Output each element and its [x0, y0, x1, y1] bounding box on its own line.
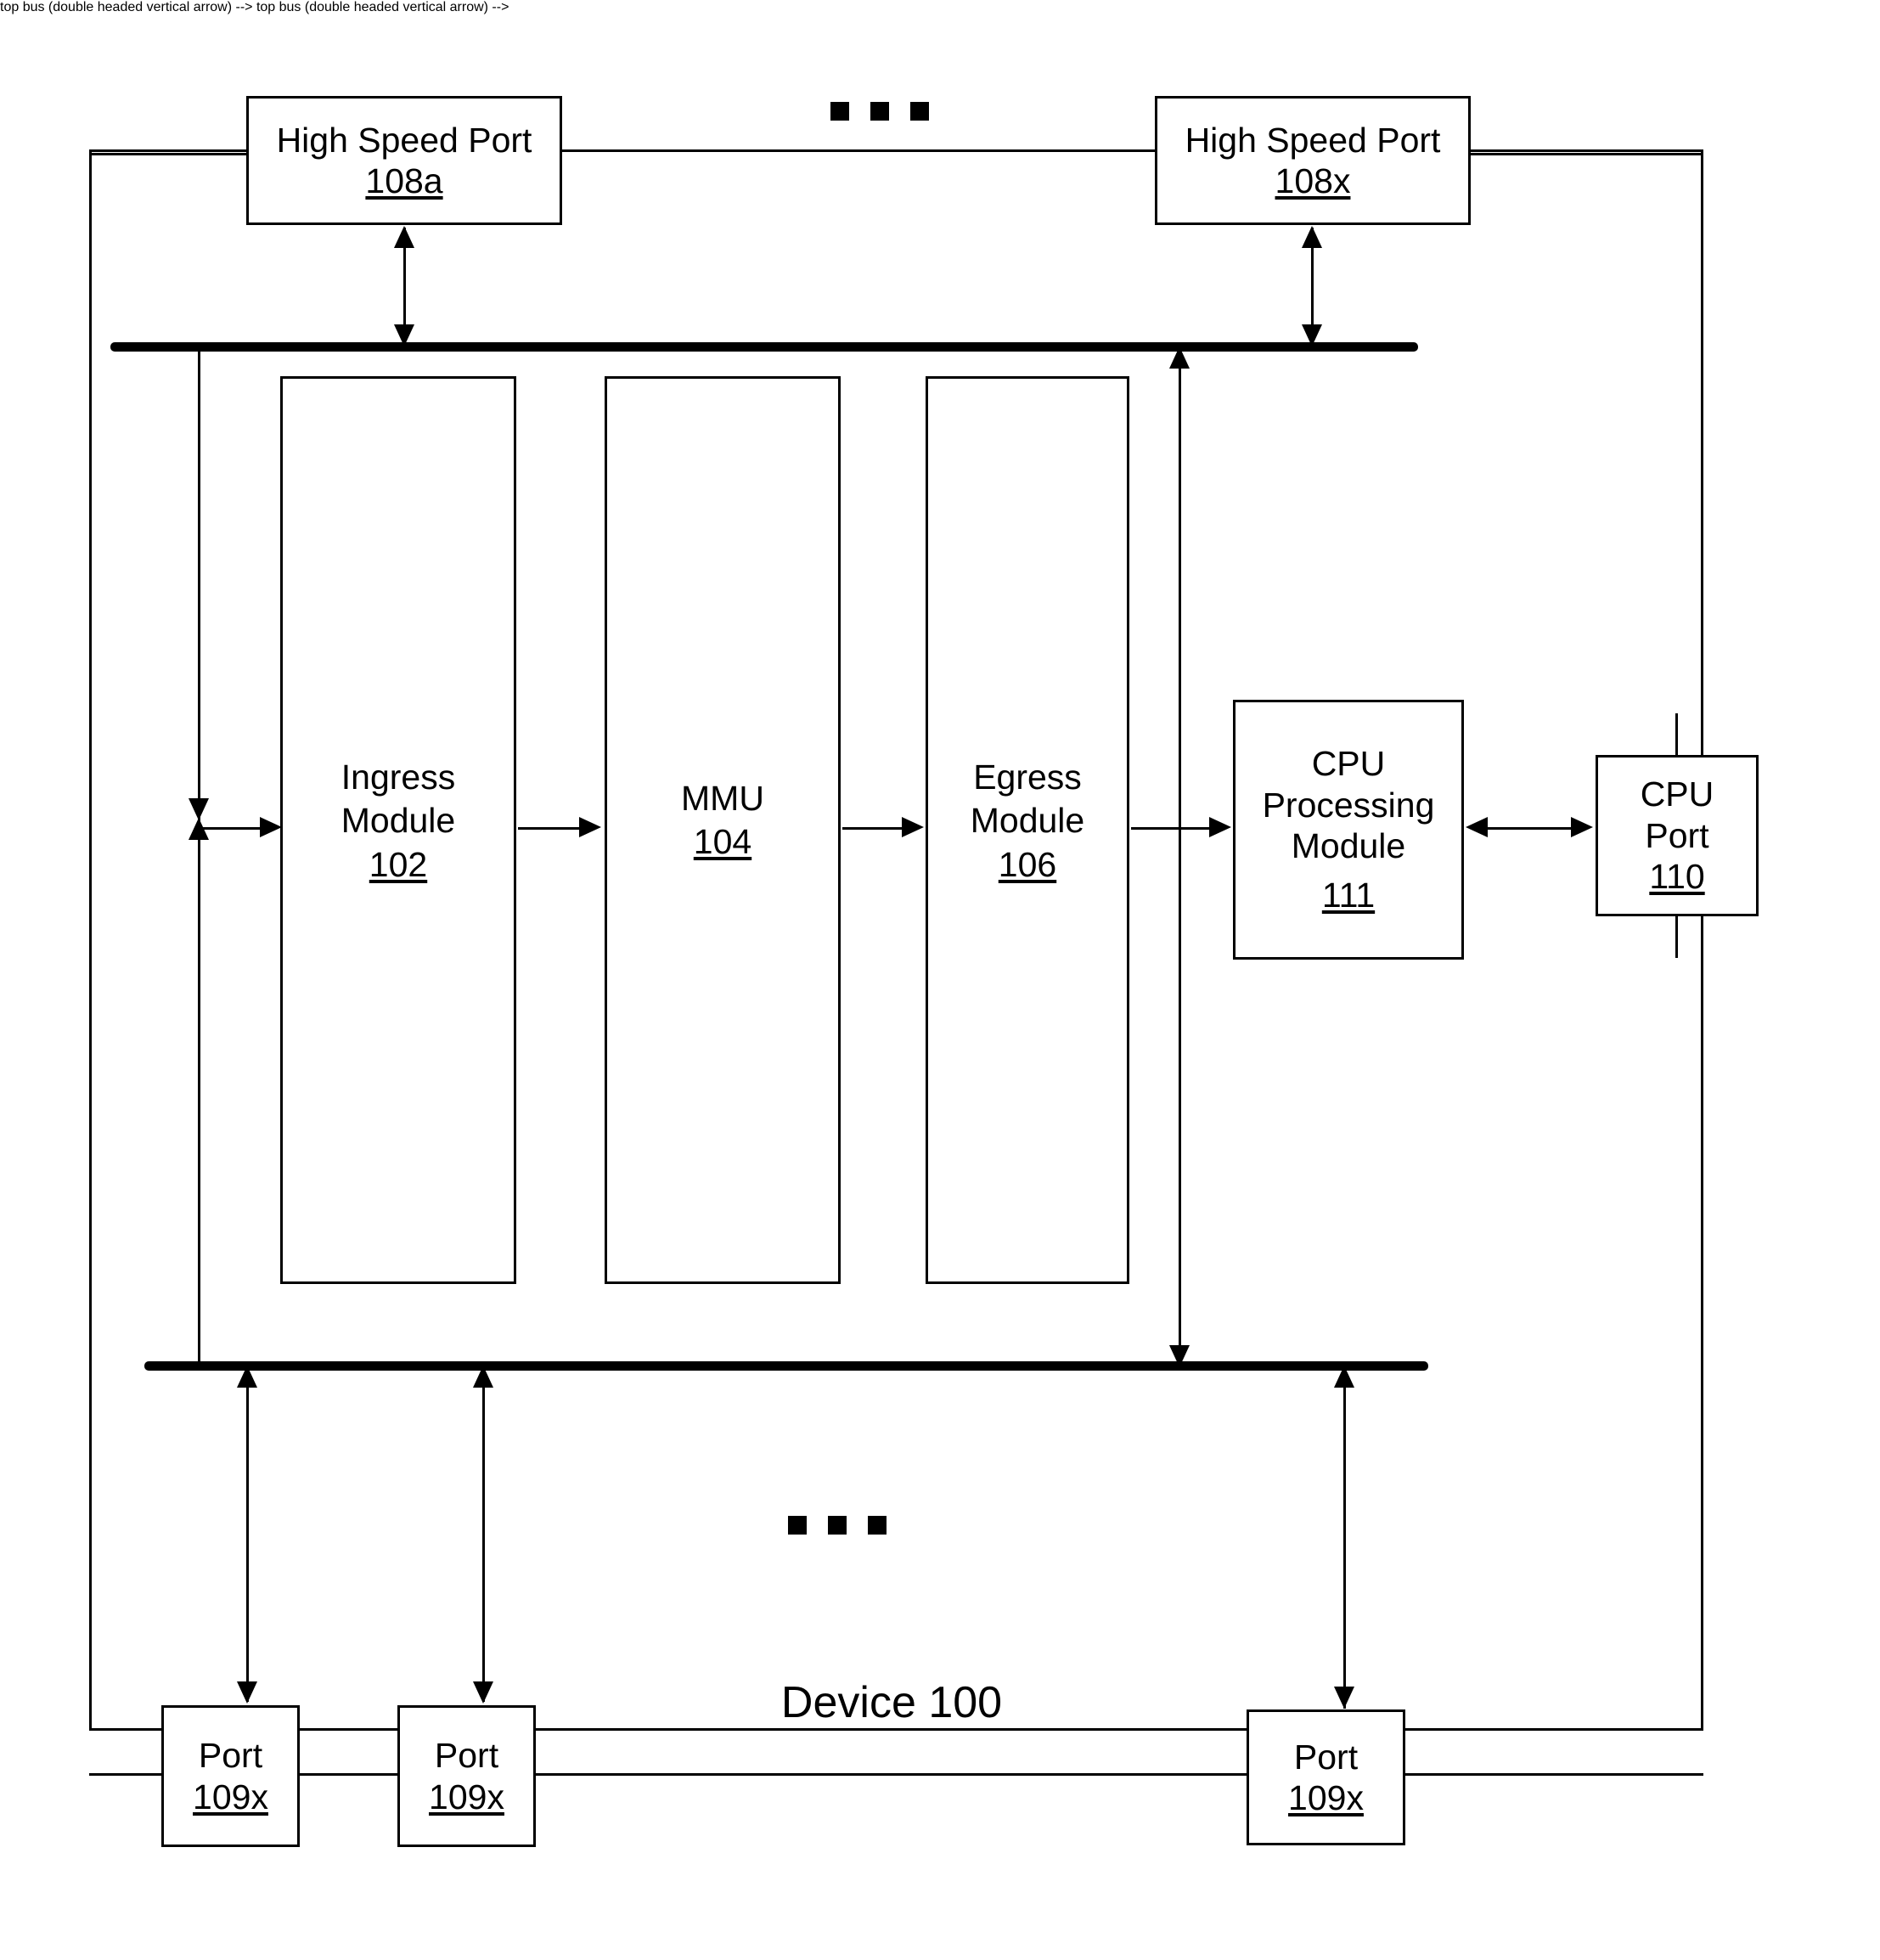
arrowhead-port1-up — [237, 1366, 257, 1388]
link-spine-to-ingress — [200, 827, 267, 830]
link-bus-to-port1 — [246, 1369, 249, 1702]
link-egress-to-cpu-processing — [1131, 827, 1213, 830]
arrowhead-hsp108a-up — [394, 226, 414, 248]
patent-figure-canvas: High Speed Port 108a High Speed Port 108… — [0, 0, 1880, 1960]
port-109x-1-title: Port — [198, 1736, 263, 1776]
cpu-port-110-title: CPU Port — [1640, 774, 1714, 855]
port-109x-1[interactable]: Port 109x — [161, 1705, 300, 1847]
arrowhead-hsp108a-down — [394, 324, 414, 346]
link-port3-to-boundary-right — [1403, 1773, 1703, 1776]
mmu-104-label: MMU 104 — [605, 777, 841, 865]
high-speed-port-108a-ref: 108a — [365, 161, 443, 200]
arrowhead-port1-down — [237, 1681, 257, 1704]
arrowhead-port2-up — [473, 1366, 493, 1388]
link-port2-to-port3 — [533, 1773, 1249, 1776]
port-109x-1-ref: 109x — [193, 1777, 268, 1816]
arrowhead-port2-down — [473, 1681, 493, 1704]
egress-module-106-label: Egress Module 106 — [917, 756, 1138, 887]
link-hsp108x-to-boundary — [1469, 153, 1703, 155]
arrowhead-port3-up — [1334, 1366, 1354, 1388]
port-109x-2-ref: 109x — [429, 1777, 504, 1816]
ingress-module-102-label: Ingress Module 102 — [280, 756, 516, 887]
high-speed-port-108x[interactable]: High Speed Port 108x — [1155, 96, 1471, 225]
arrowhead-port3-down — [1334, 1687, 1354, 1709]
arrowhead-into-ingress — [260, 817, 282, 837]
mmu-104-title: MMU — [681, 779, 764, 818]
high-speed-port-108x-ref: 108x — [1275, 161, 1351, 200]
arrowhead-into-cpu-processing — [1209, 817, 1231, 837]
mmu-104-ref: 104 — [693, 822, 752, 862]
cpu-port-bottom-stub — [1675, 914, 1678, 958]
link-ingress-to-mmu — [518, 827, 584, 830]
cpu-port-top-stub — [1675, 713, 1678, 758]
arrowhead-into-mmu — [579, 817, 601, 837]
high-speed-port-108a[interactable]: High Speed Port 108a — [246, 96, 562, 225]
link-boundary-left-to-port1 — [89, 1773, 164, 1776]
device-label: Device 100 — [780, 1678, 1003, 1727]
link-bus-to-port3 — [1343, 1369, 1346, 1709]
egress-module-106-ref: 106 — [998, 844, 1057, 884]
link-port1-to-port2 — [297, 1773, 399, 1776]
cpu-processing-module-111-ref: 111 — [1321, 876, 1376, 915]
arrowhead-hsp108x-down — [1302, 324, 1322, 346]
arrowhead-cpu-link-left — [1466, 817, 1488, 837]
port-109x-3-ref: 109x — [1288, 1778, 1364, 1817]
cpu-processing-module-111[interactable]: CPU Processing Module 111 — [1233, 700, 1464, 960]
cpu-processing-module-111-title: CPU Processing Module — [1262, 744, 1435, 865]
port-109x-3[interactable]: Port 109x — [1247, 1709, 1405, 1845]
arrowhead-spine-top — [1169, 346, 1190, 369]
ingress-module-102-ref: 102 — [369, 844, 428, 884]
port-109x-2-title: Port — [434, 1736, 499, 1776]
port-109x-3-title: Port — [1293, 1737, 1359, 1777]
arrowhead-into-egress — [902, 817, 924, 837]
link-cpu-processing-to-cpu-port — [1488, 827, 1574, 830]
left-spine — [198, 346, 200, 1366]
link-bus-to-port2 — [482, 1369, 485, 1702]
high-speed-port-108a-title: High Speed Port — [276, 120, 532, 160]
port-109x-2[interactable]: Port 109x — [397, 1705, 536, 1847]
cpu-port-110[interactable]: CPU Port 110 — [1596, 755, 1759, 916]
ellipsis-top — [830, 102, 929, 121]
link-boundary-to-hsp108a — [89, 153, 249, 155]
link-mmu-to-egress — [842, 827, 905, 830]
arrowhead-cpu-link-right — [1571, 817, 1593, 837]
high-speed-port-108x-title: High Speed Port — [1185, 120, 1441, 160]
top-bus — [110, 342, 1418, 352]
egress-module-106-title: Egress Module — [970, 758, 1085, 841]
bus-interconnect-spine — [1179, 350, 1181, 1366]
arrowhead-hsp108x-up — [1302, 226, 1322, 248]
cpu-port-110-ref: 110 — [1649, 857, 1705, 897]
ingress-module-102-title: Ingress Module — [341, 758, 456, 841]
ellipsis-bottom — [788, 1516, 887, 1535]
bottom-bus — [144, 1361, 1428, 1371]
